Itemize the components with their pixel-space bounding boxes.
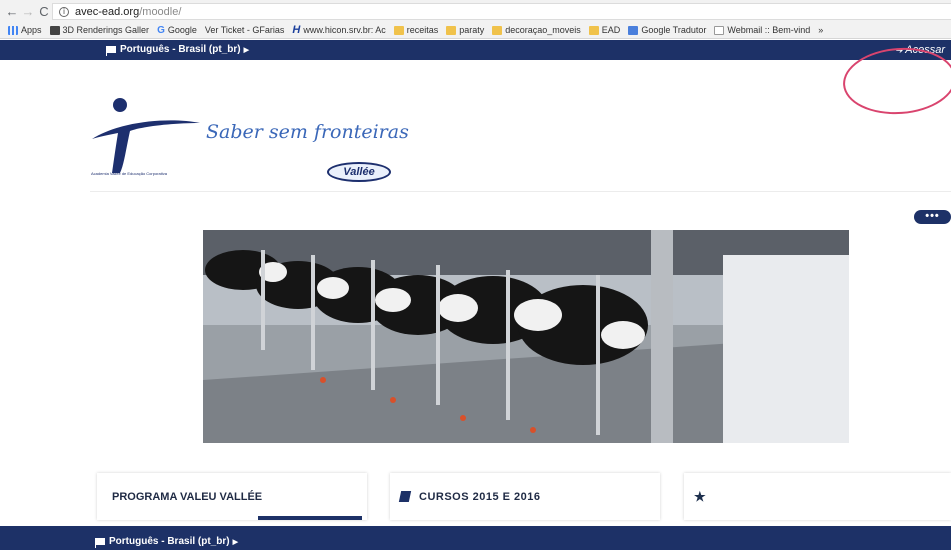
footer-language-menu[interactable]: Português - Brasil (pt_br) ▶ <box>95 536 238 548</box>
star-icon: ★ <box>694 488 706 504</box>
language-menu[interactable]: Português - Brasil (pt_br) ▶ <box>106 44 249 56</box>
card-favorites[interactable]: ★ <box>684 473 951 520</box>
google-g-icon: G <box>157 24 165 36</box>
caret-right-icon: ▶ <box>243 46 249 54</box>
folder-icon <box>588 25 599 35</box>
bookmark-3d-renderings[interactable]: 3D Renderings Galler <box>49 25 149 35</box>
logo-company: Academia Vallée de Educação Corporativa <box>91 171 167 176</box>
bookmark-ver-ticket[interactable]: Ver Ticket - GFarias <box>205 25 285 35</box>
dark-thumb-icon <box>49 25 60 35</box>
forward-icon[interactable]: → <box>20 4 36 19</box>
bookmark-apps[interactable]: Apps <box>8 25 42 35</box>
card-title: PROGRAMA VALEU VALLÉE <box>112 490 263 503</box>
logo-swoosh-icon <box>92 120 200 173</box>
flag-icon <box>106 46 116 56</box>
site-logo[interactable]: Saber sem fronteiras Academia Vallée de … <box>90 95 409 185</box>
folder-icon <box>393 25 404 35</box>
language-label: Português - Brasil (pt_br) <box>120 44 241 55</box>
bookmark-hicon[interactable]: Hwww.hicon.srv.br: Ac <box>292 24 385 36</box>
url-path: /moodle/ <box>139 5 182 18</box>
top-navbar: Português - Brasil (pt_br) ▶ ➔ Acessar <box>0 40 951 60</box>
bookmarks-more-button[interactable]: » <box>818 25 823 35</box>
bookmark-google[interactable]: G Google <box>157 25 197 36</box>
reload-icon[interactable]: C <box>36 4 52 19</box>
footer-navbar: Português - Brasil (pt_br) ▶ <box>0 526 951 550</box>
footer-language-label: Português - Brasil (pt_br) <box>109 536 230 547</box>
bookmark-paraty[interactable]: paraty <box>446 25 484 35</box>
carousel-indicator[interactable]: ••• <box>914 210 951 224</box>
mail-icon <box>714 25 725 35</box>
card-programa-valeu[interactable]: PROGRAMA VALEU VALLÉE <box>97 473 367 520</box>
address-bar[interactable]: i avec-ead.org/moodle/ <box>52 3 951 20</box>
bookmark-decoracao-moveis[interactable]: decoraçao_moveis <box>492 25 581 35</box>
brand-badge: Vallée <box>327 162 391 182</box>
apps-grid-icon <box>8 25 18 35</box>
browser-toolbar: ← → C i avec-ead.org/moodle/ <box>0 0 951 22</box>
folder-icon <box>446 25 457 35</box>
bookmarks-bar: Apps 3D Renderings Galler G Google Ver Ti… <box>0 22 951 39</box>
hero-image <box>203 230 849 443</box>
folder-icon <box>492 25 503 35</box>
card-cursos[interactable]: CURSOS 2015 E 2016 <box>390 473 660 520</box>
flag-icon <box>95 538 105 548</box>
hicon-icon: H <box>292 24 301 36</box>
url-host: avec-ead.org <box>75 5 140 18</box>
card-title: CURSOS 2015 E 2016 <box>419 490 541 503</box>
active-tab-underline <box>258 516 362 520</box>
caret-right-icon: ▶ <box>232 538 238 546</box>
book-icon <box>398 491 412 502</box>
bookmark-receitas[interactable]: receitas <box>393 25 438 35</box>
bookmark-google-tradutor[interactable]: Google Tradutor <box>628 25 706 35</box>
back-icon[interactable]: ← <box>4 4 20 19</box>
logo-tagline: Saber sem fronteiras <box>206 121 409 143</box>
bookmark-ead[interactable]: EAD <box>588 25 620 35</box>
header-divider <box>90 191 951 192</box>
info-icon[interactable]: i <box>59 6 69 17</box>
bookmark-webmail[interactable]: Webmail :: Bem-vind <box>714 25 810 35</box>
translate-icon <box>628 25 639 35</box>
